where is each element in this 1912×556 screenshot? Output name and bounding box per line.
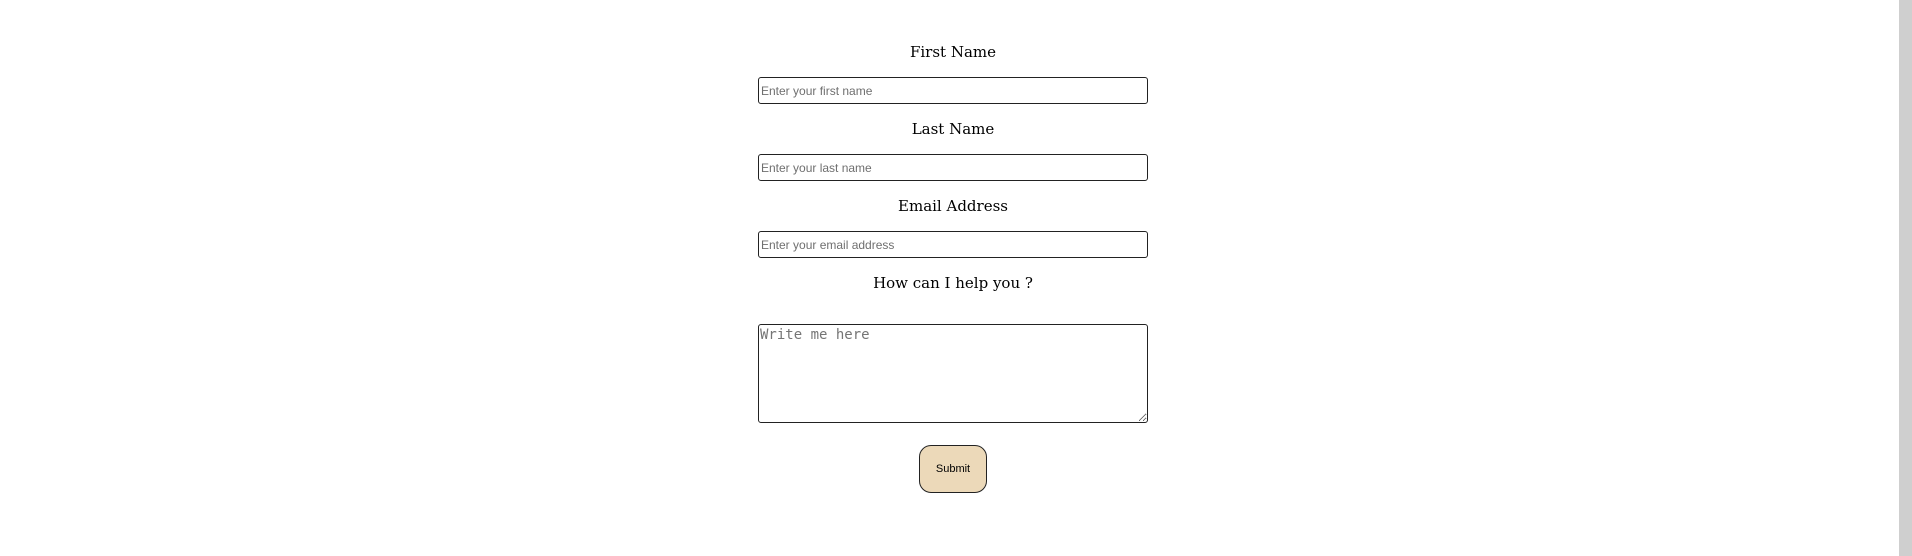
first-name-input[interactable] — [758, 77, 1148, 104]
message-textarea[interactable] — [758, 324, 1148, 423]
email-input[interactable] — [758, 231, 1148, 258]
email-label: Email Address — [898, 197, 1008, 215]
contact-page: First Name Last Name Email Address How c… — [0, 0, 1912, 556]
message-label: How can I help you ? — [873, 274, 1033, 292]
submit-button[interactable]: Submit — [919, 445, 987, 493]
last-name-label: Last Name — [911, 120, 995, 138]
first-name-label: First Name — [909, 43, 997, 61]
last-name-input[interactable] — [758, 154, 1148, 181]
vertical-scrollbar[interactable] — [1899, 0, 1912, 556]
